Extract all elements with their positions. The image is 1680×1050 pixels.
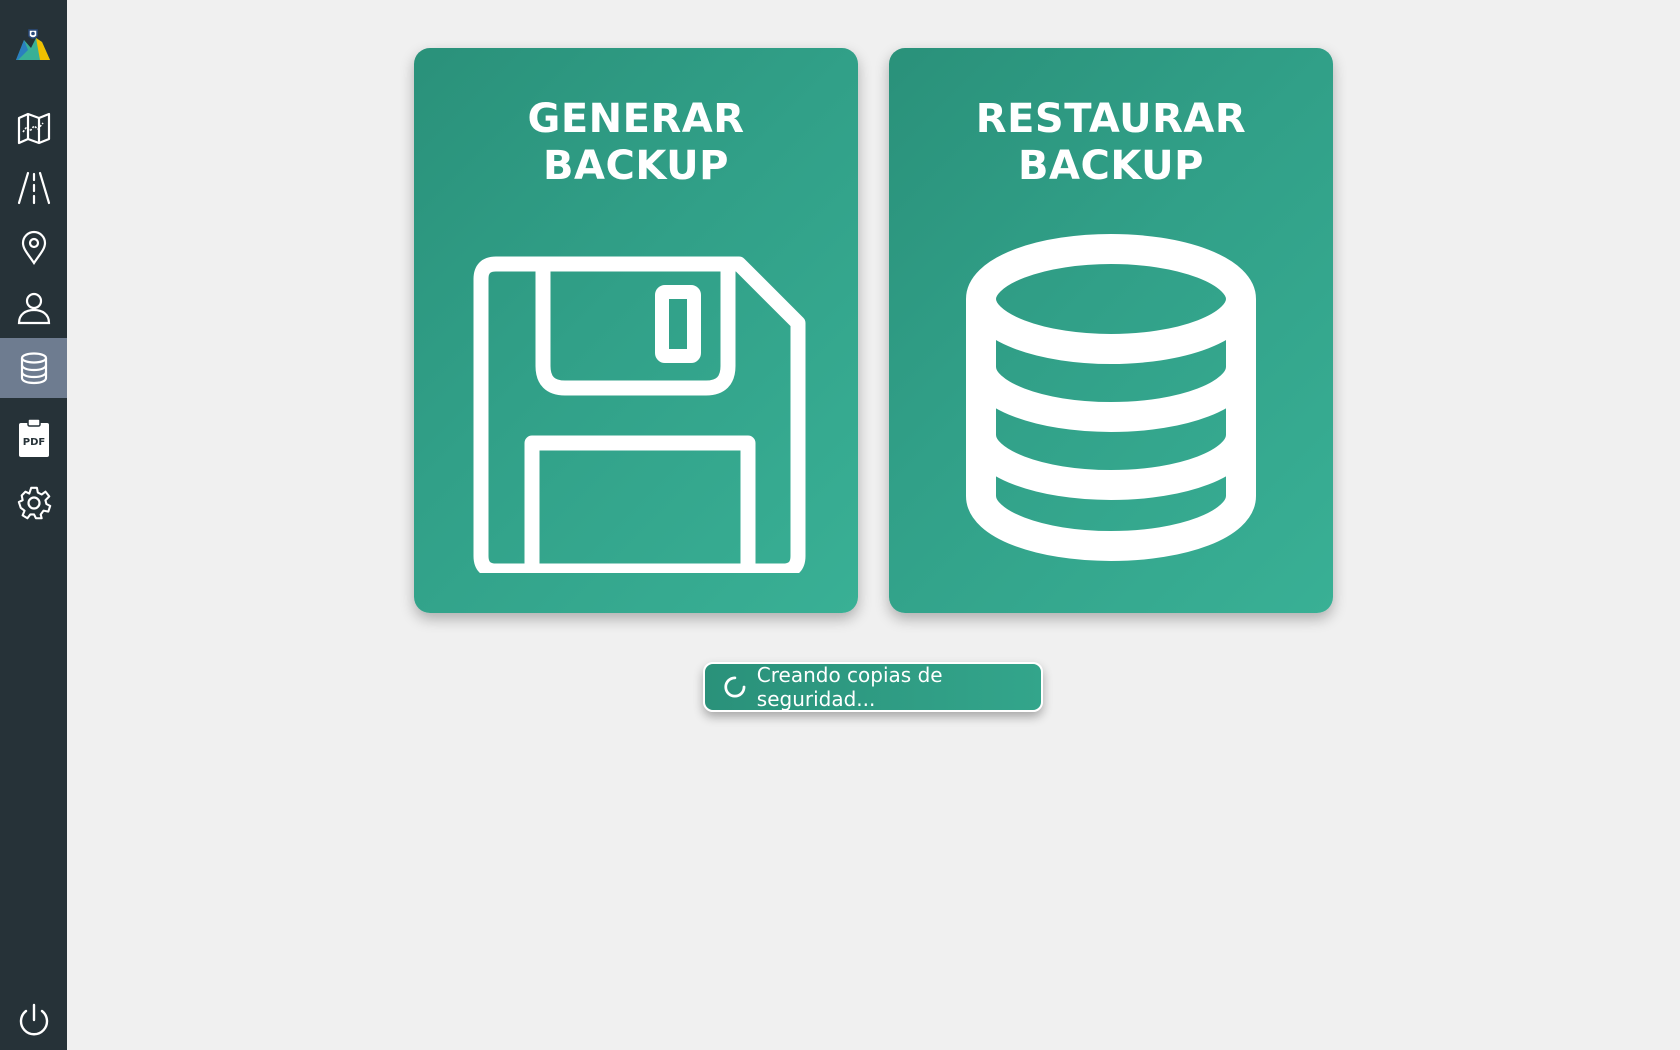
- sidebar-item-maps[interactable]: [0, 98, 67, 158]
- backup-status-message: Creando copias de seguridad...: [756, 663, 943, 711]
- sidebar-item-reports[interactable]: PDF: [0, 406, 67, 470]
- generate-backup-title-line2: BACKUP: [543, 143, 729, 189]
- app-logo-icon: [16, 29, 50, 60]
- restore-backup-card[interactable]: RESTAURAR BACKUP: [889, 48, 1333, 613]
- map-icon: [17, 112, 50, 145]
- generate-backup-title-line1: GENERAR: [527, 96, 745, 142]
- pdf-report-icon: PDF: [18, 418, 49, 457]
- sidebar-item-logout[interactable]: [0, 990, 67, 1050]
- road-icon: [17, 171, 50, 205]
- sidebar-item-backup[interactable]: [0, 338, 67, 398]
- generate-backup-icon-wrap: [414, 213, 858, 573]
- floppy-disk-icon: [473, 256, 806, 573]
- database-large-icon: [966, 234, 1256, 562]
- gear-icon: [17, 486, 51, 520]
- database-icon: [20, 352, 47, 385]
- sidebar-item-locations[interactable]: [0, 218, 67, 278]
- restore-backup-icon-wrap: [889, 213, 1333, 573]
- restore-backup-title: RESTAURAR BACKUP: [889, 96, 1333, 190]
- svg-text:PDF: PDF: [22, 437, 44, 448]
- app-logo[interactable]: [14, 26, 52, 64]
- power-icon: [19, 1003, 48, 1036]
- backup-status-toast: Creando copias de seguridad...: [703, 662, 1043, 712]
- generate-backup-card[interactable]: GENERAR BACKUP: [414, 48, 858, 613]
- spinner-icon: [724, 676, 746, 698]
- restore-backup-title-line2: BACKUP: [1018, 143, 1204, 189]
- generate-backup-title: GENERAR BACKUP: [414, 96, 858, 190]
- location-pin-icon: [21, 230, 46, 265]
- user-icon: [17, 292, 50, 325]
- sidebar-item-settings[interactable]: [0, 473, 67, 533]
- sidebar: PDF: [0, 0, 67, 1050]
- sidebar-item-users[interactable]: [0, 278, 67, 338]
- restore-backup-title-line1: RESTAURAR: [975, 96, 1247, 142]
- sidebar-item-roads[interactable]: [0, 158, 67, 218]
